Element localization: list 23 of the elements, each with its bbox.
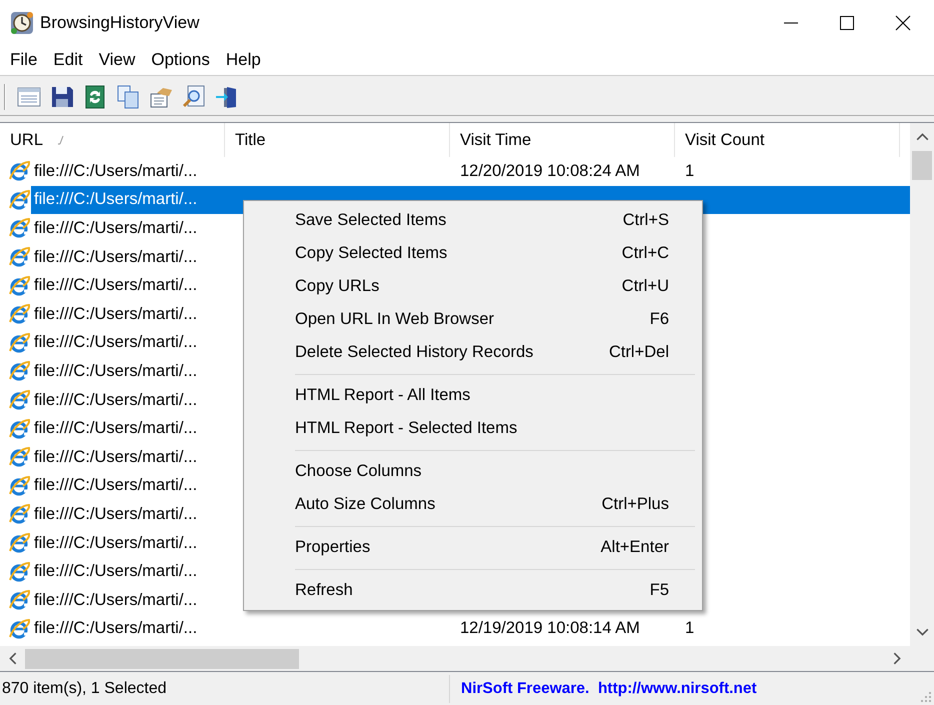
visit-time-cell-text: 12/20/2019 10:08:24 AM [459,162,641,181]
visit-time-cell-text: 12/19/2019 10:08:14 AM [459,619,641,638]
window-title: BrowsingHistoryView [40,12,200,32]
url-cell-text: file:///C:/Users/marti/... [33,275,198,296]
visit-count-cell-text: 1 [684,162,696,181]
url-cell-text: file:///C:/Users/marti/... [33,561,198,582]
url-cell-text: file:///C:/Users/marti/... [33,390,198,411]
url-cell-text: file:///C:/Users/marti/... [33,332,198,354]
status-text: 870 item(s), 1 Selected [2,680,167,698]
url-cell-text: file:///C:/Users/marti/... [33,532,198,554]
visit-count-cell-text: 1 [684,619,696,638]
url-cell-text: file:///C:/Users/marti/... [33,446,198,468]
url-cell-text: file:///C:/Users/marti/... [33,590,198,611]
credit-text: NirSoft Freeware. http://www.nirsoft.net [461,680,757,698]
url-cell-text: file:///C:/Users/marti/... [33,246,198,268]
url-cell-text: file:///C:/Users/marti/... [33,160,198,182]
url-cell-text: file:///C:/Users/marti/... [33,475,198,496]
url-cell-text: file:///C:/Users/marti/... [33,218,198,239]
url-cell-text: file:///C:/Users/marti/... [33,360,198,382]
url-cell-text: file:///C:/Users/marti/... [33,304,198,325]
url-cell-text: file:///C:/Users/marti/... [33,618,198,640]
url-cell-text: file:///C:/Users/marti/... [33,504,198,525]
url-cell-text: file:///C:/Users/marti/... [33,418,198,440]
